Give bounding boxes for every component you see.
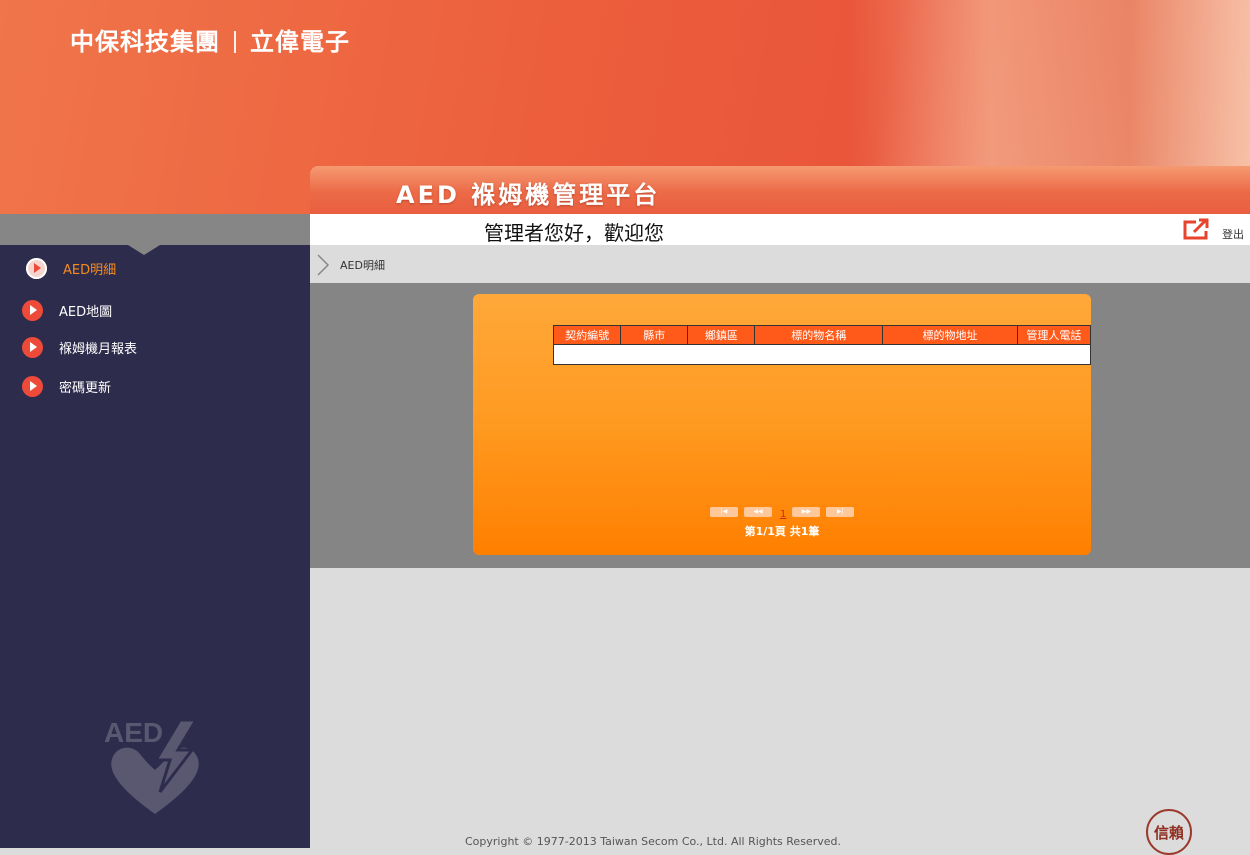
table-cell [687, 344, 756, 365]
seal-text: 信賴 [1153, 823, 1184, 842]
play-icon [22, 299, 43, 321]
first-page-button[interactable]: |◀ [710, 506, 738, 517]
sidebar-item-aed-map[interactable]: AED地圖 [22, 298, 112, 322]
app-title: AED 褓姆機管理平台 [396, 181, 661, 209]
column-header[interactable]: 管理人電話 [1016, 325, 1092, 345]
breadcrumb-bar: AED明細 [310, 245, 1250, 283]
play-icon [22, 375, 43, 397]
pager: |◀ ◀◀ 1 ▶▶ ▶| [710, 503, 860, 520]
chevron-right-icon [317, 254, 330, 276]
aed-logo-text: AED [104, 717, 163, 748]
logout-label: 登出 [1222, 228, 1244, 241]
company-name: 中保科技集團 [70, 28, 220, 56]
copyright-text: Copyright © 1977-2013 Taiwan Secom Co., … [465, 835, 841, 848]
table-cell [620, 344, 689, 365]
sidebar-item-label: 褓姆機月報表 [59, 341, 138, 357]
table-cell [754, 344, 884, 365]
last-page-button[interactable]: ▶| [826, 506, 855, 517]
results-panel: 契約編號 縣市 鄉鎮區 標的物名稱 標的物地址 管理人電話 |◀ ◀◀ 1 ▶▶… [473, 294, 1092, 555]
sidebar-item-label: AED地圖 [59, 304, 113, 320]
column-header[interactable]: 契約編號 [552, 325, 622, 345]
sidebar-item-label: 密碼更新 [59, 380, 112, 396]
column-header[interactable]: 標的物名稱 [754, 325, 884, 345]
play-icon [22, 336, 43, 358]
company-logo: 中保科技集團 立偉電子 [70, 22, 350, 57]
title-band: AED 褓姆機管理平台 [310, 166, 1250, 214]
next-page-button[interactable]: ▶▶ [792, 506, 821, 517]
prev-page-button[interactable]: ◀◀ [744, 506, 772, 517]
sidebar: AED明細 AED地圖 褓姆機月報表 密碼更新 AED [0, 214, 310, 848]
page-header: 中保科技集團 立偉電子 AED 褓姆機管理平台 [0, 0, 1250, 214]
next-page-icon: ▶▶ [801, 507, 811, 515]
sidebar-item-password-update[interactable]: 密碼更新 [22, 374, 111, 398]
first-page-icon: |◀ [720, 507, 728, 515]
subsidiary-name: 立偉電子 [250, 28, 350, 56]
logout-button[interactable]: 登出 [1182, 216, 1244, 242]
trust-seal-icon: 信賴 [1146, 809, 1192, 855]
logout-icon [1183, 218, 1209, 240]
welcome-message: 管理者您好，歡迎您 [484, 221, 664, 245]
sidebar-item-aed-detail[interactable]: AED明細 [26, 256, 116, 280]
aed-heart-logo-icon: AED [104, 717, 199, 814]
page-number-link[interactable]: 1 [780, 509, 786, 520]
sidebar-item-monthly-report[interactable]: 褓姆機月報表 [22, 335, 137, 359]
sidebar-notch [128, 245, 160, 255]
table-cell [552, 344, 622, 365]
play-icon [26, 257, 47, 279]
welcome-bar: 管理者您好，歡迎您 登出 [310, 214, 1250, 245]
content-area: 契約編號 縣市 鄉鎮區 標的物名稱 標的物地址 管理人電話 |◀ ◀◀ 1 ▶▶… [310, 283, 1250, 568]
column-header[interactable]: 縣市 [620, 325, 689, 345]
table-cell [1016, 344, 1092, 365]
table-row[interactable] [552, 344, 1092, 365]
prev-page-icon: ◀◀ [753, 507, 763, 515]
table-header-row: 契約編號 縣市 鄉鎮區 標的物名稱 標的物地址 管理人電話 [552, 325, 1092, 345]
last-page-icon: ▶| [837, 507, 844, 515]
column-header[interactable]: 標的物地址 [882, 325, 1018, 345]
breadcrumb: AED明細 [340, 259, 385, 272]
sidebar-item-label: AED明細 [63, 262, 117, 278]
page-info: 第1/1頁 共1筆 [744, 525, 820, 538]
aed-table: 契約編號 縣市 鄉鎮區 標的物名稱 標的物地址 管理人電話 [552, 325, 1092, 365]
company-divider [234, 31, 236, 53]
sidebar-top-bar [0, 214, 310, 245]
table-cell [882, 344, 1018, 365]
column-header[interactable]: 鄉鎮區 [687, 325, 756, 345]
